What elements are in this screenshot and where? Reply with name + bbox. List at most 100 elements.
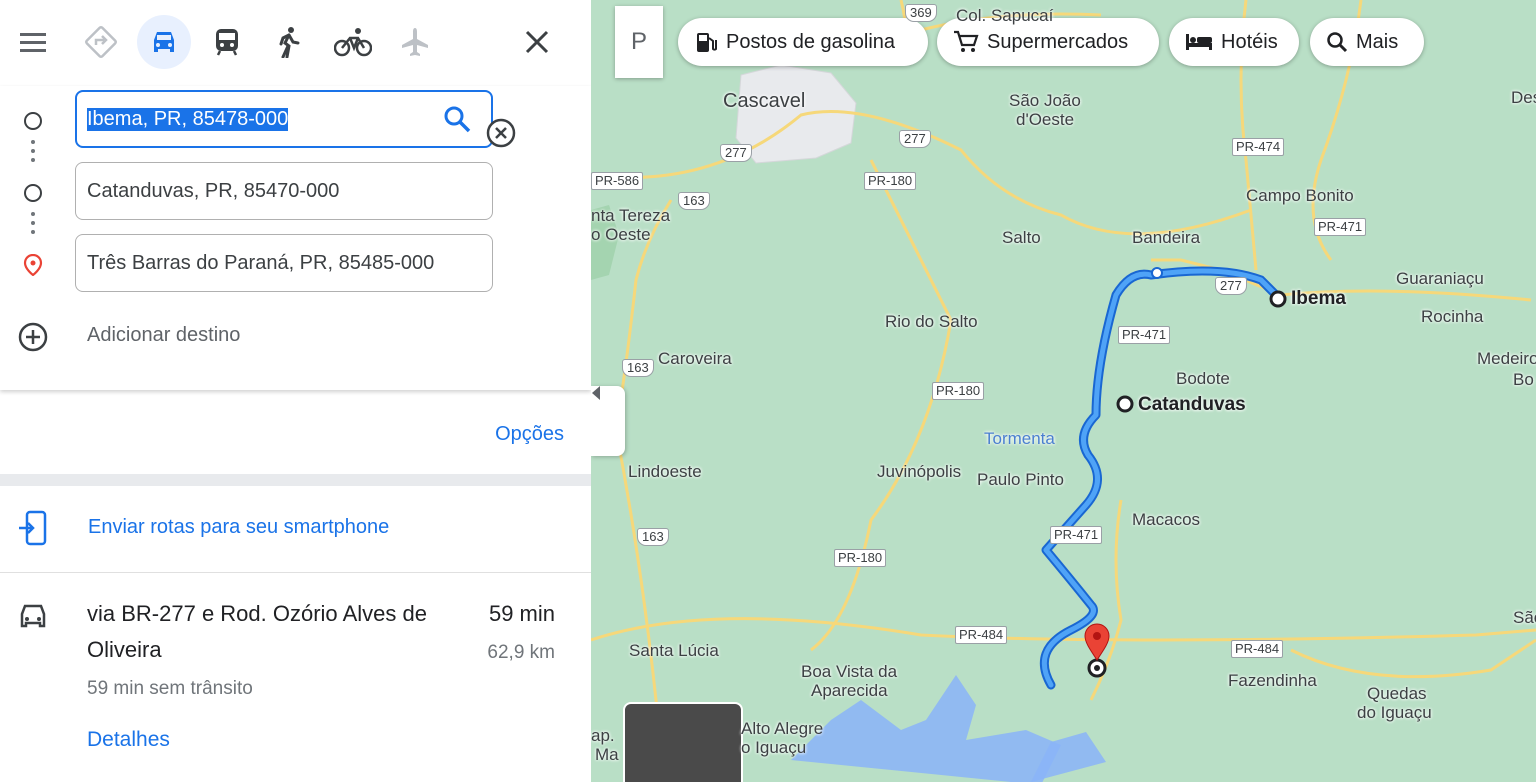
origin-circle-icon (24, 112, 42, 130)
walking-icon[interactable] (262, 15, 316, 69)
map-layers-button[interactable]: P (615, 6, 663, 78)
chip-gas-stations[interactable]: Postos de gasolina (678, 18, 928, 66)
send-to-phone-label: Enviar rotas para seu smartphone (88, 516, 390, 538)
place-label: ap. (591, 726, 615, 745)
menu-icon[interactable] (6, 15, 60, 69)
stop-circle-icon (24, 184, 42, 202)
connector-dots (31, 212, 35, 239)
search-icon (1327, 32, 1348, 53)
place-label: Macacos (1132, 510, 1201, 529)
place-label: Quedas (1367, 684, 1427, 703)
road-shield: PR-474 (1232, 138, 1285, 156)
best-route-icon[interactable] (74, 15, 128, 69)
gas-station-icon (697, 33, 717, 52)
route-distance: 62,9 km (487, 642, 555, 663)
map-canvas[interactable]: P Postos de gasolina Supermercados Hotéi… (591, 0, 1536, 782)
road-shield: PR-471 (1118, 326, 1171, 344)
place-label: do Iguaçu (1357, 703, 1432, 722)
place-label: Rocinha (1421, 307, 1484, 326)
place-label-origin: Ibema (1291, 288, 1346, 309)
road-shield: 163 (637, 528, 669, 546)
road-shield: PR-180 (834, 549, 887, 567)
place-label: Aparecida (811, 681, 888, 700)
chip-label: Supermercados (987, 30, 1129, 53)
place-label: Guaraniaçu (1396, 269, 1484, 288)
remove-waypoint-icon[interactable] (485, 117, 517, 149)
place-label: Des (1511, 88, 1536, 107)
destination-pin-icon (23, 254, 43, 276)
place-label: o Iguaçu (741, 738, 807, 757)
place-label: Medeiro (1477, 349, 1536, 368)
road-shield: PR-180 (932, 382, 985, 400)
place-label: Boa Vista da (801, 662, 898, 681)
car-icon (20, 604, 46, 628)
place-label: Santa Lúcia (629, 641, 719, 660)
add-circle-icon[interactable] (17, 321, 49, 353)
place-label: Bo (1513, 370, 1534, 389)
road-shield: PR-586 (591, 172, 644, 190)
details-link[interactable]: Detalhes (87, 728, 170, 752)
send-to-phone-icon (19, 510, 47, 546)
road-shield: 163 (678, 192, 710, 210)
close-icon[interactable] (510, 15, 564, 69)
connector-dots (31, 140, 35, 167)
road-shield: PR-484 (955, 626, 1008, 644)
waypoint-inputs: Ibema, PR, 85478-000 Catanduvas, PR, 854… (0, 86, 591, 390)
chip-label: Mais (1356, 30, 1399, 53)
road-shield: 277 (899, 130, 931, 148)
transit-icon[interactable] (200, 15, 254, 69)
car-icon[interactable] (137, 15, 191, 69)
options-row: Opções (0, 390, 591, 474)
place-label: Tormenta (984, 429, 1055, 448)
send-to-phone-row[interactable]: Enviar rotas para seu smartphone (0, 486, 591, 573)
cart-icon (954, 30, 979, 52)
route-duration: 59 min (488, 601, 555, 626)
road-shield: PR-471 (1314, 218, 1367, 236)
place-label: d'Oeste (1016, 110, 1075, 129)
road-shield: 163 (622, 359, 654, 377)
place-label: Paulo Pinto (977, 470, 1064, 489)
options-button[interactable]: Opções (495, 423, 564, 446)
search-icon[interactable] (443, 105, 471, 133)
place-label: São João (1009, 91, 1081, 110)
place-label: Rio do Salto (885, 312, 978, 331)
place-label: Bodote (1176, 369, 1230, 388)
route-option[interactable]: via BR-277 e Rod. Ozório Alves de Olivei… (0, 572, 591, 782)
place-label: São (1513, 608, 1536, 627)
place-label: Bandeira (1132, 228, 1201, 247)
place-label-stop: Catanduvas (1138, 394, 1246, 415)
add-destination-button[interactable]: Adicionar destino (87, 324, 240, 347)
directions-panel: Ibema, PR, 85478-000 Catanduvas, PR, 854… (0, 0, 591, 782)
travel-mode-bar (0, 0, 591, 86)
road-shield: 277 (1215, 277, 1247, 295)
road-shield: PR-180 (864, 172, 917, 190)
place-label: Cascavel (723, 90, 806, 112)
street-view-thumbnail[interactable] (623, 702, 743, 782)
route-traffic-note: 59 min sem trânsito (87, 678, 253, 699)
route-title: via BR-277 e Rod. Ozório Alves de Olivei… (87, 601, 427, 662)
place-label: nta Tereza (591, 206, 671, 225)
origin-input-text: Ibema, PR, 85478-000 (87, 107, 289, 131)
place-label: Salto (1002, 228, 1041, 247)
destination-input[interactable]: Três Barras do Paraná, PR, 85485-000 (75, 234, 493, 292)
chip-more[interactable]: Mais (1310, 18, 1424, 66)
origin-input[interactable]: Ibema, PR, 85478-000 (75, 90, 493, 148)
chevron-left-icon (592, 386, 600, 400)
road-shield: PR-471 (1050, 526, 1103, 544)
road-shield: 369 (905, 4, 937, 22)
chip-hotels[interactable]: Hotéis (1169, 18, 1299, 66)
chip-label: Postos de gasolina (726, 30, 896, 53)
place-label: Juvinópolis (877, 462, 962, 481)
place-label: Col. Sapucaí (956, 6, 1054, 25)
chip-label: Hotéis (1221, 30, 1278, 53)
stop-input[interactable]: Catanduvas, PR, 85470-000 (75, 162, 493, 220)
destination-input-text: Três Barras do Paraná, PR, 85485-000 (87, 251, 435, 274)
road-shield: PR-484 (1231, 640, 1284, 658)
stop-input-text: Catanduvas, PR, 85470-000 (87, 179, 340, 202)
flight-icon[interactable] (388, 15, 442, 69)
bed-icon (1186, 34, 1212, 50)
bicycle-icon[interactable] (326, 15, 380, 69)
collapse-panel-button[interactable] (591, 386, 625, 456)
place-label: Alto Alegre (741, 719, 824, 738)
place-label: Campo Bonito (1246, 186, 1354, 205)
